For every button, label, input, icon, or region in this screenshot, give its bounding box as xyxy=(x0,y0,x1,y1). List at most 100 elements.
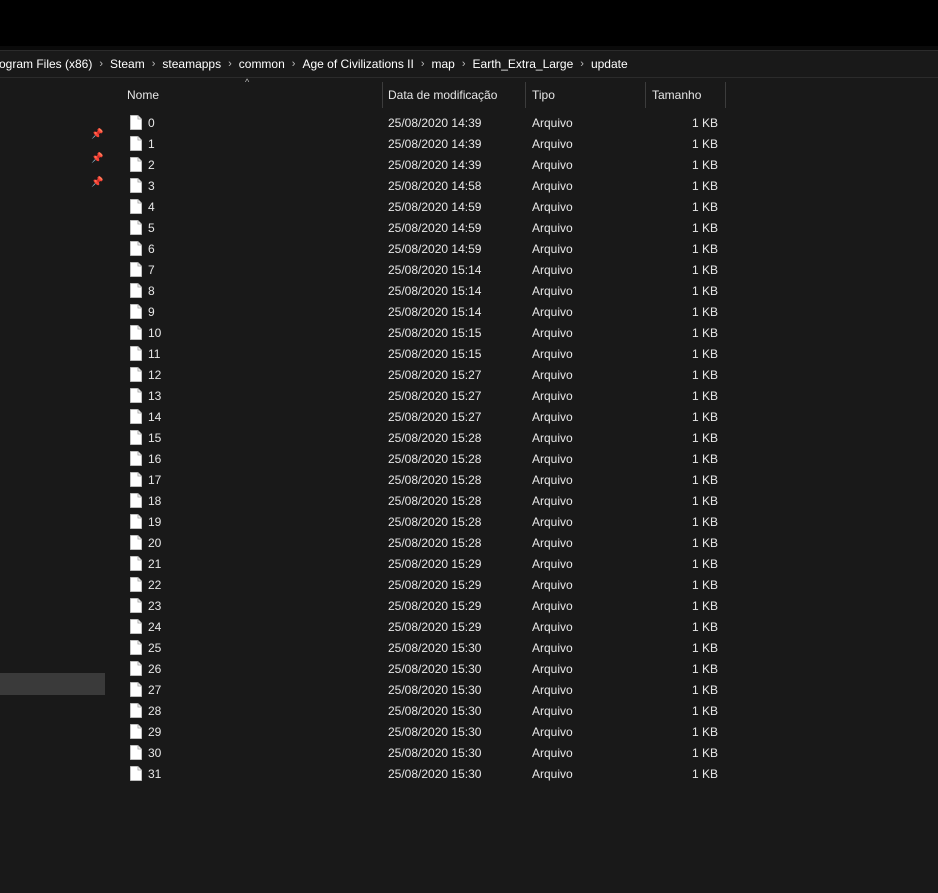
file-modified-date: 25/08/2020 14:39 xyxy=(388,158,482,172)
column-header-date[interactable]: Data de modificação xyxy=(382,82,525,108)
file-list-pane[interactable]: ^ Nome Data de modificação Tipo Tamanho … xyxy=(108,77,938,893)
file-name: 27 xyxy=(148,683,162,697)
file-name: 16 xyxy=(148,452,162,466)
file-row[interactable]: 22 25/08/2020 15:29 Arquivo 1 KB xyxy=(108,575,728,596)
file-row[interactable]: 10 25/08/2020 15:15 Arquivo 1 KB xyxy=(108,323,728,344)
file-row[interactable]: 0 25/08/2020 14:39 Arquivo 1 KB xyxy=(108,113,728,134)
file-size: 1 KB xyxy=(691,368,718,382)
breadcrumb-separator-icon[interactable]: › xyxy=(419,58,427,70)
file-name: 14 xyxy=(148,410,162,424)
file-row[interactable]: 21 25/08/2020 15:29 Arquivo 1 KB xyxy=(108,554,728,575)
file-type: Arquivo xyxy=(532,767,573,781)
file-row[interactable]: 5 25/08/2020 14:59 Arquivo 1 KB xyxy=(108,218,728,239)
column-header-type[interactable]: Tipo xyxy=(526,82,645,108)
file-icon xyxy=(130,535,142,550)
breadcrumb-item[interactable]: Steam xyxy=(105,57,150,71)
file-row[interactable]: 29 25/08/2020 15:30 Arquivo 1 KB xyxy=(108,722,728,743)
file-row[interactable]: 1 25/08/2020 14:39 Arquivo 1 KB xyxy=(108,134,728,155)
file-row[interactable]: 18 25/08/2020 15:28 Arquivo 1 KB xyxy=(108,491,728,512)
file-size: 1 KB xyxy=(691,179,718,193)
file-size: 1 KB xyxy=(691,200,718,214)
column-header-size[interactable]: Tamanho xyxy=(646,82,725,108)
file-name: 28 xyxy=(148,704,162,718)
breadcrumb-item[interactable]: steamapps xyxy=(157,57,226,71)
file-modified-date: 25/08/2020 15:27 xyxy=(388,368,482,382)
file-size: 1 KB xyxy=(691,410,718,424)
breadcrumb-separator-icon[interactable]: › xyxy=(290,58,298,70)
file-icon xyxy=(130,766,142,781)
file-modified-date: 25/08/2020 15:30 xyxy=(388,746,482,760)
file-size: 1 KB xyxy=(691,557,718,571)
file-row[interactable]: 26 25/08/2020 15:30 Arquivo 1 KB xyxy=(108,659,728,680)
pin-icon[interactable]: 📌 xyxy=(91,177,103,189)
file-row[interactable]: 15 25/08/2020 15:28 Arquivo 1 KB xyxy=(108,428,728,449)
file-row[interactable]: 25 25/08/2020 15:30 Arquivo 1 KB xyxy=(108,638,728,659)
file-row[interactable]: 17 25/08/2020 15:28 Arquivo 1 KB xyxy=(108,470,728,491)
file-row[interactable]: 28 25/08/2020 15:30 Arquivo 1 KB xyxy=(108,701,728,722)
file-size: 1 KB xyxy=(691,431,718,445)
file-row[interactable]: 31 25/08/2020 15:30 Arquivo 1 KB xyxy=(108,764,728,785)
file-row[interactable]: 27 25/08/2020 15:30 Arquivo 1 KB xyxy=(108,680,728,701)
file-row[interactable]: 11 25/08/2020 15:15 Arquivo 1 KB xyxy=(108,344,728,365)
file-icon xyxy=(130,472,142,487)
navigation-pane[interactable]: 📌 📌 📌 xyxy=(0,78,106,893)
file-size: 1 KB xyxy=(691,242,718,256)
file-row[interactable]: 7 25/08/2020 15:14 Arquivo 1 KB xyxy=(108,260,728,281)
pin-icon[interactable]: 📌 xyxy=(91,129,103,141)
breadcrumb-separator-icon[interactable]: › xyxy=(150,58,158,70)
file-type: Arquivo xyxy=(532,515,573,529)
breadcrumb-item[interactable]: Age of Civilizations II xyxy=(297,57,418,71)
file-row[interactable]: 13 25/08/2020 15:27 Arquivo 1 KB xyxy=(108,386,728,407)
breadcrumb-item[interactable]: rogram Files (x86) xyxy=(0,57,97,71)
file-icon xyxy=(130,451,142,466)
file-type: Arquivo xyxy=(532,389,573,403)
breadcrumb-separator-icon[interactable]: › xyxy=(97,58,105,70)
file-icon xyxy=(130,577,142,592)
file-modified-date: 25/08/2020 15:30 xyxy=(388,704,482,718)
column-header-name[interactable]: Nome xyxy=(121,82,382,108)
file-row[interactable]: 3 25/08/2020 14:58 Arquivo 1 KB xyxy=(108,176,728,197)
breadcrumb-item[interactable]: update xyxy=(586,57,633,71)
file-modified-date: 25/08/2020 15:28 xyxy=(388,536,482,550)
file-row[interactable]: 24 25/08/2020 15:29 Arquivo 1 KB xyxy=(108,617,728,638)
file-row[interactable]: 20 25/08/2020 15:28 Arquivo 1 KB xyxy=(108,533,728,554)
file-name: 8 xyxy=(148,284,155,298)
breadcrumb-separator-icon[interactable]: › xyxy=(578,58,586,70)
file-row[interactable]: 9 25/08/2020 15:14 Arquivo 1 KB xyxy=(108,302,728,323)
file-modified-date: 25/08/2020 14:58 xyxy=(388,179,482,193)
file-icon xyxy=(130,724,142,739)
file-row[interactable]: 16 25/08/2020 15:28 Arquivo 1 KB xyxy=(108,449,728,470)
pin-icon[interactable]: 📌 xyxy=(91,153,103,165)
file-icon xyxy=(130,304,142,319)
file-icon xyxy=(130,220,142,235)
file-type: Arquivo xyxy=(532,179,573,193)
nav-selected-item[interactable] xyxy=(0,673,105,695)
address-breadcrumb[interactable]: rogram Files (x86) › Steam › steamapps › commo… xyxy=(0,50,938,78)
file-row[interactable]: 14 25/08/2020 15:27 Arquivo 1 KB xyxy=(108,407,728,428)
file-row[interactable]: 19 25/08/2020 15:28 Arquivo 1 KB xyxy=(108,512,728,533)
file-row[interactable]: 8 25/08/2020 15:14 Arquivo 1 KB xyxy=(108,281,728,302)
file-size: 1 KB xyxy=(691,746,718,760)
file-row[interactable]: 30 25/08/2020 15:30 Arquivo 1 KB xyxy=(108,743,728,764)
file-size: 1 KB xyxy=(691,620,718,634)
file-size: 1 KB xyxy=(691,662,718,676)
file-modified-date: 25/08/2020 15:27 xyxy=(388,389,482,403)
breadcrumb-item[interactable]: common xyxy=(234,57,290,71)
file-row[interactable]: 2 25/08/2020 14:39 Arquivo 1 KB xyxy=(108,155,728,176)
breadcrumb-item[interactable]: map xyxy=(427,57,460,71)
file-type: Arquivo xyxy=(532,221,573,235)
file-icon xyxy=(130,325,142,340)
file-row[interactable]: 12 25/08/2020 15:27 Arquivo 1 KB xyxy=(108,365,728,386)
breadcrumb-item[interactable]: Earth_Extra_Large xyxy=(468,57,579,71)
file-icon xyxy=(130,745,142,760)
file-row[interactable]: 6 25/08/2020 14:59 Arquivo 1 KB xyxy=(108,239,728,260)
column-divider[interactable] xyxy=(725,82,726,108)
file-size: 1 KB xyxy=(691,305,718,319)
breadcrumb-separator-icon[interactable]: › xyxy=(226,58,234,70)
file-row[interactable]: 4 25/08/2020 14:59 Arquivo 1 KB xyxy=(108,197,728,218)
file-row[interactable]: 23 25/08/2020 15:29 Arquivo 1 KB xyxy=(108,596,728,617)
file-modified-date: 25/08/2020 15:30 xyxy=(388,767,482,781)
file-name: 29 xyxy=(148,725,162,739)
file-size: 1 KB xyxy=(691,536,718,550)
breadcrumb-separator-icon[interactable]: › xyxy=(460,58,468,70)
